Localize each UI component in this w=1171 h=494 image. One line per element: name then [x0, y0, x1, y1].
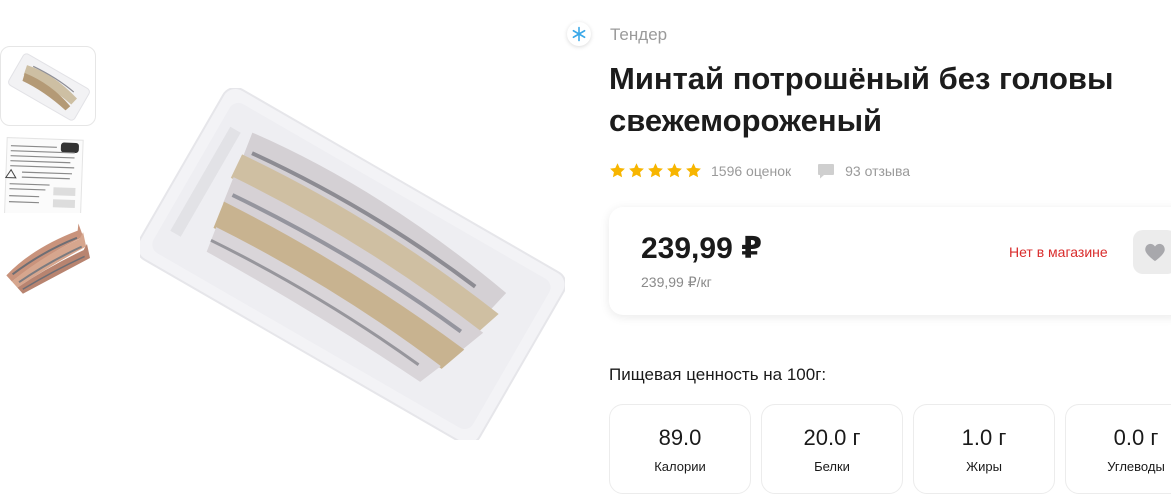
- nutrition-label: Калории: [654, 459, 706, 474]
- nutrition-card-protein: 20.0 г Белки: [761, 404, 903, 494]
- star-icon: [686, 163, 701, 178]
- ratings-count[interactable]: 1596 оценок: [711, 163, 791, 179]
- reviews-link[interactable]: 93 отзыва: [817, 163, 910, 179]
- price-per-kg: 239,99 ₽/кг: [641, 274, 712, 290]
- snowflake-icon: [567, 22, 591, 46]
- brand-name[interactable]: Тендер: [610, 25, 667, 45]
- rating-row: 1596 оценок 93 отзыва: [609, 162, 910, 179]
- reviews-count: 93 отзыва: [845, 162, 911, 179]
- nutrition-value: 1.0 г: [961, 425, 1007, 450]
- star-icon: [648, 163, 663, 178]
- brand-row: Тендер: [567, 22, 667, 46]
- thumbnail-package-front[interactable]: [0, 46, 96, 126]
- comment-icon: [818, 163, 835, 178]
- thumbnail-gallery: [0, 46, 97, 307]
- nutrition-value: 89.0: [658, 425, 702, 450]
- nutrition-card-calories: 89.0 Калории: [609, 404, 751, 494]
- nutrition-label: Углеводы: [1107, 459, 1165, 474]
- nutrition-card-fat: 1.0 г Жиры: [913, 404, 1055, 494]
- star-icon: [667, 163, 682, 178]
- heart-icon: [1145, 243, 1165, 262]
- thumbnail-package-label[interactable]: [0, 133, 96, 213]
- star-icon: [629, 163, 644, 178]
- rating-stars: [609, 162, 702, 179]
- nutrition-label: Белки: [814, 459, 850, 474]
- favorite-button[interactable]: [1133, 230, 1171, 274]
- thumbnail-fish-unpacked[interactable]: [0, 220, 96, 300]
- nutrition-label: Жиры: [966, 459, 1002, 474]
- price-card: 239,99 ₽ 239,99 ₽/кг Нет в магазине: [609, 207, 1171, 315]
- product-title: Минтай потрошёный без головы свежемороже…: [609, 61, 1114, 138]
- nutrition-value: 20.0 г: [803, 425, 861, 450]
- price-current: 239,99 ₽: [641, 232, 762, 265]
- nutrition-value: 0.0 г: [1113, 425, 1159, 450]
- product-main-image: [136, 86, 567, 445]
- star-icon: [610, 163, 625, 178]
- nutrition-title: Пищевая ценность на 100г:: [609, 365, 827, 384]
- availability-status: Нет в магазине: [1009, 244, 1108, 260]
- nutrition-card-carbs: 0.0 г Углеводы: [1065, 404, 1171, 494]
